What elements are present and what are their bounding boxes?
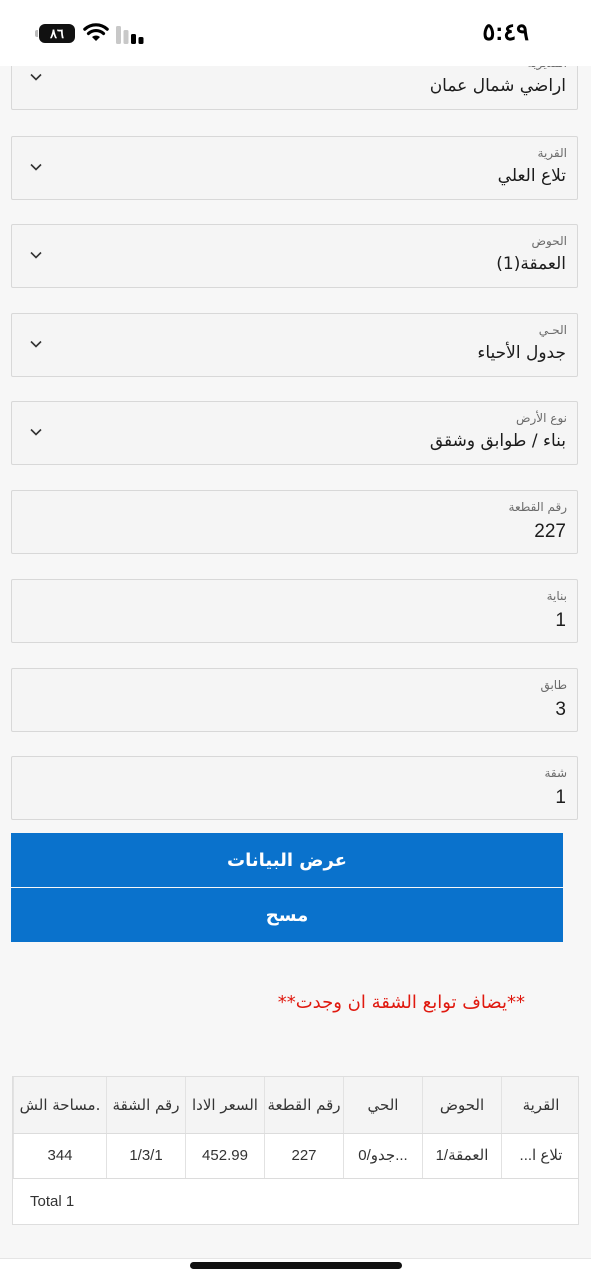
field-value[interactable]: 1 (555, 610, 566, 632)
field-value[interactable]: 1 (555, 787, 566, 809)
table-cell: 1/العمقة (422, 1134, 501, 1178)
battery-level: ٨٦ (50, 26, 64, 41)
apartment-input[interactable]: شقة 1 (11, 756, 578, 820)
field-label: الحـي (538, 323, 567, 337)
chevron-down-icon[interactable] (28, 69, 44, 85)
field-label: شقة (544, 766, 567, 780)
show-data-button[interactable]: عرض البيانات (11, 833, 563, 887)
field-value: جدول الأحياء (477, 343, 566, 363)
table-total: Total 1 (30, 1193, 75, 1210)
table-cell: تلاع ا... (501, 1134, 578, 1178)
field-value[interactable]: 3 (555, 699, 566, 721)
cellular-signal-icon (116, 26, 144, 44)
column-header[interactable]: القرية (501, 1077, 578, 1133)
table-cell: 0/جدو... (343, 1134, 422, 1178)
table-cell: 227 (264, 1134, 343, 1178)
wifi-icon (83, 23, 109, 41)
table-cell: 452.99 (185, 1134, 264, 1178)
apartment-attachments-note: **يضاف توابع الشقة ان وجدت** (277, 992, 525, 1013)
building-input[interactable]: بناية 1 (11, 579, 578, 643)
field-label: الحوض (531, 234, 567, 248)
table-cell: 1/3/1 (106, 1134, 185, 1178)
status-time: ٥:٤٩ (482, 19, 529, 46)
field-value: اراضي شمال عمان (429, 76, 566, 96)
column-header[interactable]: رقم القطعة (264, 1077, 343, 1133)
status-bar: ٨٦ ٥:٤٩ (0, 0, 591, 66)
chevron-down-icon[interactable] (28, 336, 44, 352)
floor-input[interactable]: طابق 3 (11, 668, 578, 732)
column-header[interactable]: .مساحة الش (13, 1077, 106, 1133)
clear-button[interactable]: مسح (11, 888, 563, 942)
column-header[interactable]: رقم الشقة (106, 1077, 185, 1133)
table-cell: 344 (13, 1134, 106, 1178)
chevron-down-icon[interactable] (28, 424, 44, 440)
column-header[interactable]: الحي (343, 1077, 422, 1133)
village-select[interactable]: القرية تلاع العلي (11, 136, 578, 200)
field-label: بناية (546, 589, 567, 603)
chevron-down-icon[interactable] (28, 159, 44, 175)
field-value: تلاع العلي (497, 166, 566, 186)
field-value: العمقة(1) (496, 254, 566, 274)
basin-select[interactable]: الحوض العمقة(1) (11, 224, 578, 288)
field-value[interactable]: 227 (534, 521, 566, 543)
battery-icon: ٨٦ (35, 24, 75, 43)
land-type-select[interactable]: نوع الأرض بناء / طوابق وشقق (11, 401, 578, 465)
field-label: نوع الأرض (516, 411, 567, 425)
neighborhood-select[interactable]: الحـي جدول الأحياء (11, 313, 578, 377)
plot-number-input[interactable]: رقم القطعة 227 (11, 490, 578, 554)
results-table: القرية الحوض الحي رقم القطعة السعر الادا… (12, 1076, 579, 1225)
field-label: رقم القطعة (508, 500, 567, 514)
column-header[interactable]: السعر الادا (185, 1077, 264, 1133)
home-indicator[interactable] (190, 1262, 402, 1269)
field-value: بناء / طوابق وشقق (429, 431, 566, 451)
column-header[interactable]: الحوض (422, 1077, 501, 1133)
table-row[interactable]: تلاع ا... 1/العمقة 0/جدو... 227 452.99 1… (13, 1134, 578, 1179)
field-label: طابق (540, 678, 567, 692)
chevron-down-icon[interactable] (28, 247, 44, 263)
field-label: القرية (537, 146, 567, 160)
table-header: القرية الحوض الحي رقم القطعة السعر الادا… (13, 1077, 578, 1134)
